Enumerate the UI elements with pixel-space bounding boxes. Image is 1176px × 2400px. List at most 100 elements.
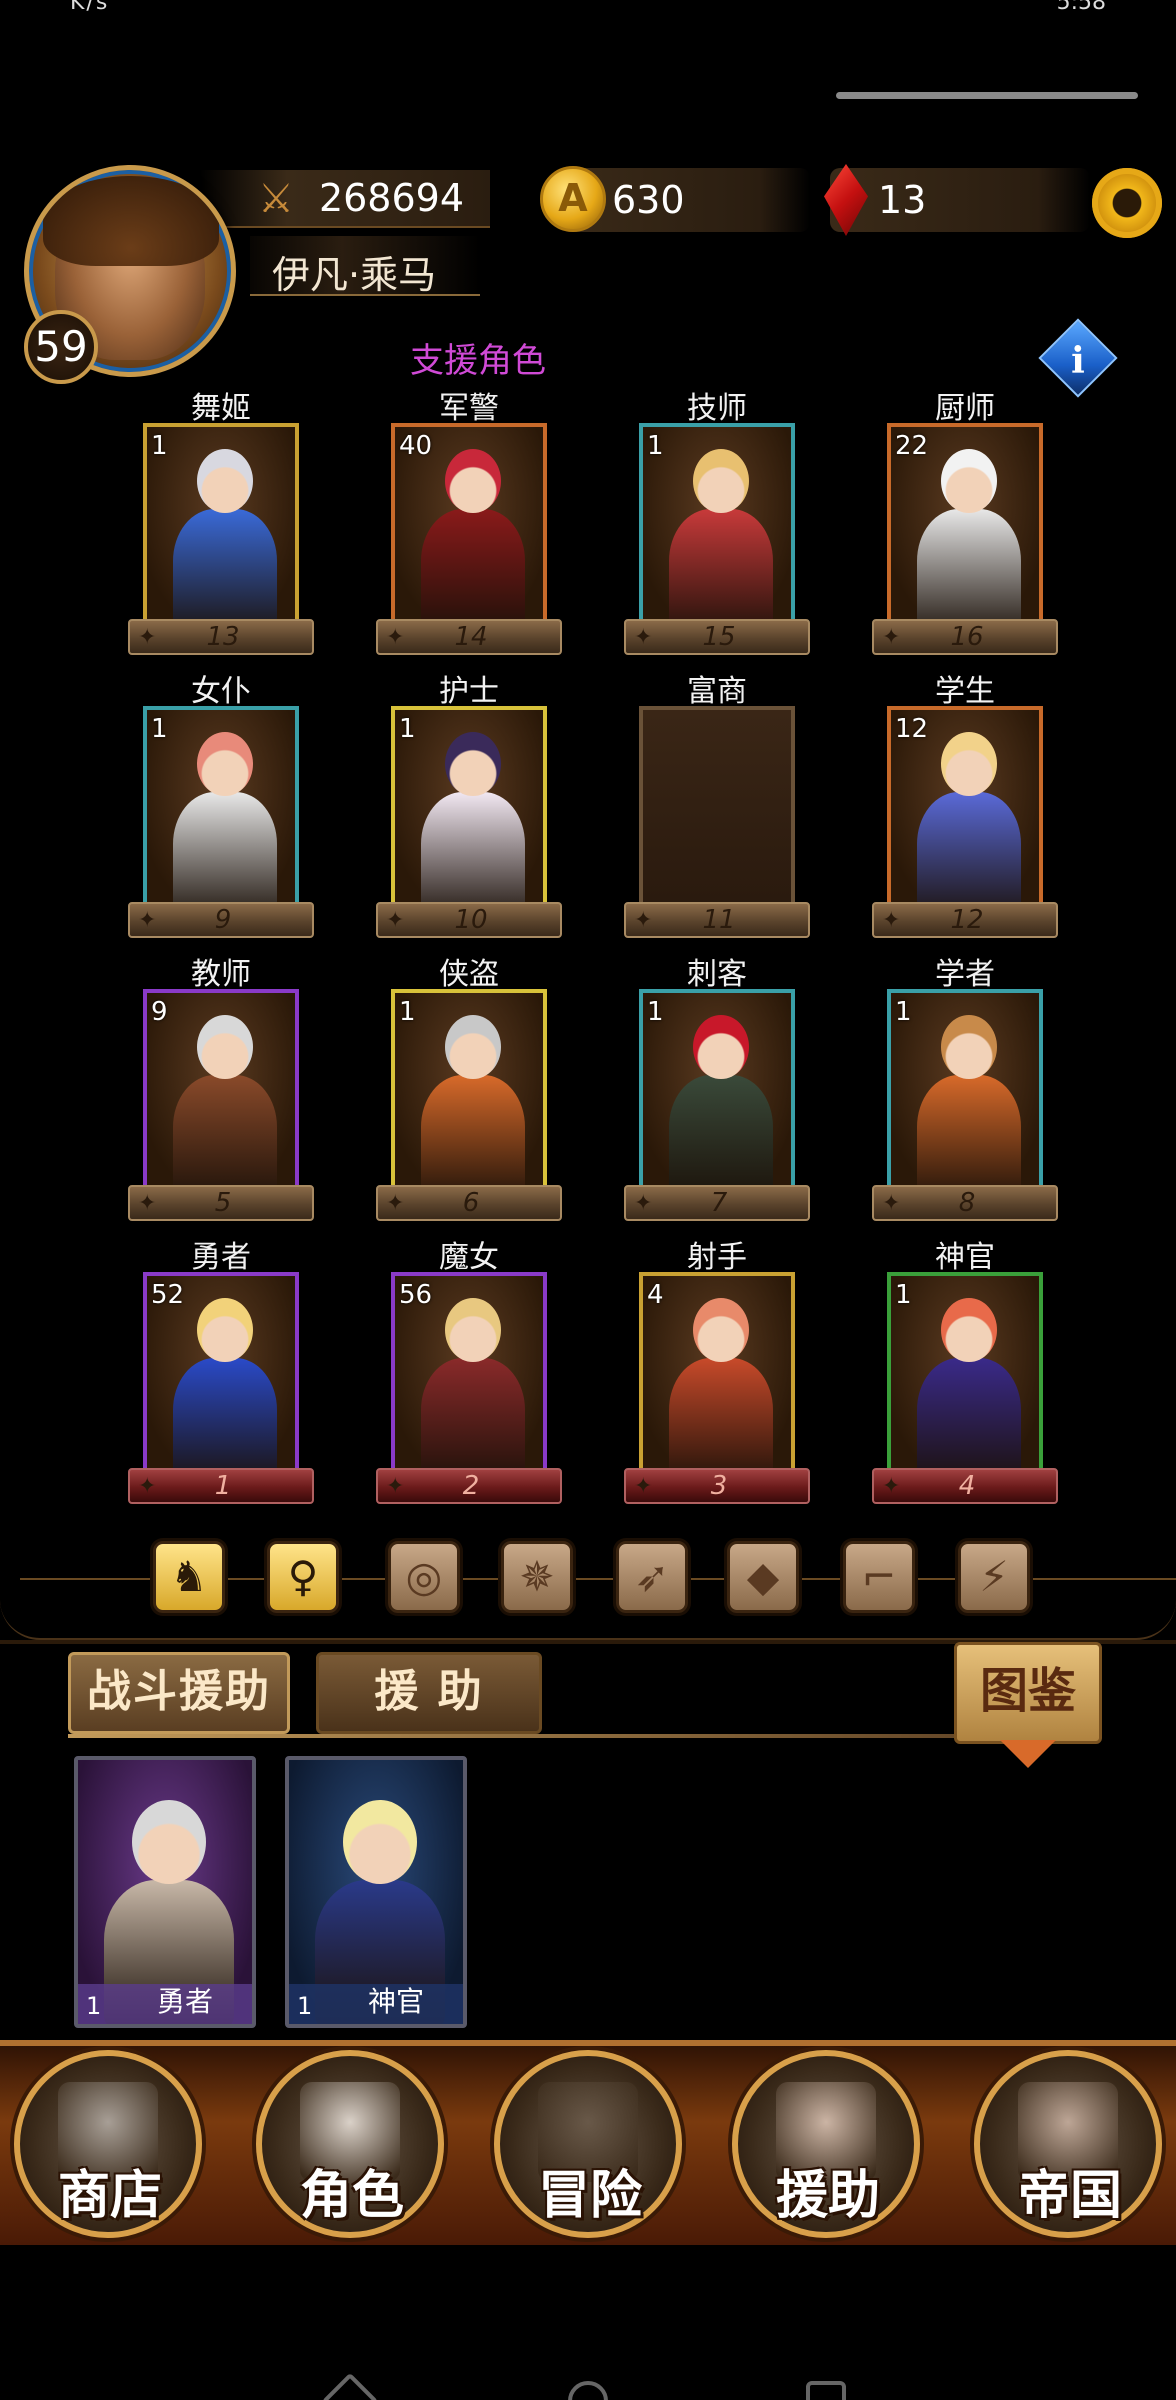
beast-filter-button[interactable]: ♞ [153,1541,225,1613]
silhouette-filter-button[interactable]: ♀ [267,1541,339,1613]
diamond-filter-button[interactable]: ◆ [727,1541,799,1613]
bow-filter-button[interactable]: ➶ [616,1541,688,1613]
nav-label: 商店 [57,2165,162,2226]
character-slot[interactable]: 刺客 1 ✦ 7 [624,949,810,1221]
character-slot[interactable]: 魔女 56 ✦ 2 [376,1232,562,1504]
slot-number-plate: ✦ 11 [624,902,810,938]
bow-filter-icon: ➶ [634,1552,670,1601]
slot-number-plate: ✦ 4 [872,1468,1058,1504]
character-slot[interactable]: 学者 1 ✦ 8 [872,949,1058,1221]
nav-label: 角色 [299,2165,404,2226]
character-portrait-body [421,1075,525,1185]
slot-number: 6 [462,1188,480,1218]
character-card[interactable]: 1 [639,989,795,1189]
character-level: 56 [399,1280,433,1310]
character-slot[interactable]: 技师 1 ✦ 15 [624,383,810,655]
character-portrait-head [445,1015,501,1079]
boot-filter-button[interactable]: ⌐ [843,1541,915,1613]
character-class-label: 舞姬 [191,391,251,426]
character-slot[interactable]: 军警 40 ✦ 14 [376,383,562,655]
character-card[interactable]: 1 [143,423,299,623]
home-icon[interactable] [568,2381,608,2400]
target-filter-button[interactable]: ◎ [388,1541,460,1613]
character-slot[interactable]: 教师 9 ✦ 5 [128,949,314,1221]
character-level: 1 [151,714,168,744]
character-portrait-body [173,1358,277,1468]
character-level: 1 [399,997,416,1027]
character-slot[interactable]: 富商 ✦ 11 [624,666,810,938]
back-icon[interactable] [321,2372,379,2400]
slot-number: 7 [710,1188,728,1218]
character-card[interactable]: 1 [391,989,547,1189]
character-card[interactable]: 1 [639,423,795,623]
character-level: 52 [151,1280,185,1310]
character-slot[interactable]: 厨师 22 ✦ 16 [872,383,1058,655]
character-slot[interactable]: 学生 12 ✦ 12 [872,666,1058,938]
character-portrait-head [941,1015,997,1079]
character-card[interactable]: 22 [887,423,1043,623]
album-button[interactable]: 图鉴 [954,1642,1102,1744]
tab-assist[interactable]: 援 助 [316,1652,542,1734]
tab-battle-assist[interactable]: 战斗援助 [68,1652,290,1734]
slot-number: 8 [958,1188,976,1218]
gem-display[interactable]: 13 [824,164,1090,236]
nav-gate[interactable]: 冒险 [494,2050,682,2238]
character-card[interactable]: 52 [143,1272,299,1472]
character-slot[interactable]: 女仆 1 ✦ 9 [128,666,314,938]
nav-crown[interactable]: 帝国 [974,2050,1162,2238]
empty-character-card[interactable] [639,706,795,906]
diamond-filter-icon: ◆ [746,1552,780,1601]
character-card[interactable]: 1 [143,706,299,906]
character-card[interactable]: 9 [143,989,299,1189]
character-card[interactable]: 1 [887,1272,1043,1472]
assist-name: 勇者 [156,1985,213,2018]
recents-icon[interactable] [806,2381,846,2400]
drag-handle[interactable] [836,92,1138,99]
character-card[interactable]: 1 [887,989,1043,1189]
status-bar: K/s 5:58 [0,0,1176,20]
character-class-label: 刺客 [687,957,747,992]
info-icon: i [1071,339,1085,382]
claw-filter-button[interactable]: ⚡ [958,1541,1030,1613]
character-slot[interactable]: 护士 1 ✦ 10 [376,666,562,938]
gold-value: 630 [612,178,685,222]
nav-castle[interactable]: 商店 [14,2050,202,2238]
character-slot[interactable]: 侠盗 1 ✦ 6 [376,949,562,1221]
support-title: 支援角色 [410,341,546,381]
beast-filter-icon: ♞ [170,1552,208,1601]
assist-card[interactable]: 1 神官 [285,1756,467,2028]
album-arrow-icon [1000,1740,1056,1768]
character-slot[interactable]: 射手 4 ✦ 3 [624,1232,810,1504]
sword-icon: ⚔ [258,176,294,222]
character-card[interactable]: 1 [391,706,547,906]
character-slot[interactable]: 神官 1 ✦ 4 [872,1232,1058,1504]
settings-gear-icon[interactable] [1092,168,1162,238]
wheel-filter-button[interactable]: ✵ [501,1541,573,1613]
nav-label: 帝国 [1017,2165,1122,2226]
slot-number-plate: ✦ 3 [624,1468,810,1504]
character-class-label: 神官 [935,1240,995,1275]
slot-number-plate: ✦ 15 [624,619,810,655]
character-portrait-head [197,1015,253,1079]
tab-underline [68,1734,1068,1738]
character-card[interactable]: 4 [639,1272,795,1472]
character-portrait-body [917,509,1021,619]
slot-number-plate: ✦ 1 [128,1468,314,1504]
character-portrait-body [421,792,525,902]
gold-display[interactable]: A 630 [540,166,810,232]
nav-hood[interactable]: 角色 [256,2050,444,2238]
slot-number: 1 [214,1471,232,1501]
clock: 5:58 [1056,0,1106,15]
character-slot[interactable]: 舞姬 1 ✦ 13 [128,383,314,655]
character-portrait-head [941,732,997,796]
assist-card[interactable]: 1 勇者 [74,1756,256,2028]
slot-number-plate: ✦ 12 [872,902,1058,938]
character-card[interactable]: 12 [887,706,1043,906]
nav-girl[interactable]: 援助 [732,2050,920,2238]
character-class-label: 学者 [935,957,995,992]
character-card[interactable]: 56 [391,1272,547,1472]
character-card[interactable]: 40 [391,423,547,623]
character-portrait-body [173,1075,277,1185]
boot-filter-icon: ⌐ [861,1552,897,1601]
character-slot[interactable]: 勇者 52 ✦ 1 [128,1232,314,1504]
